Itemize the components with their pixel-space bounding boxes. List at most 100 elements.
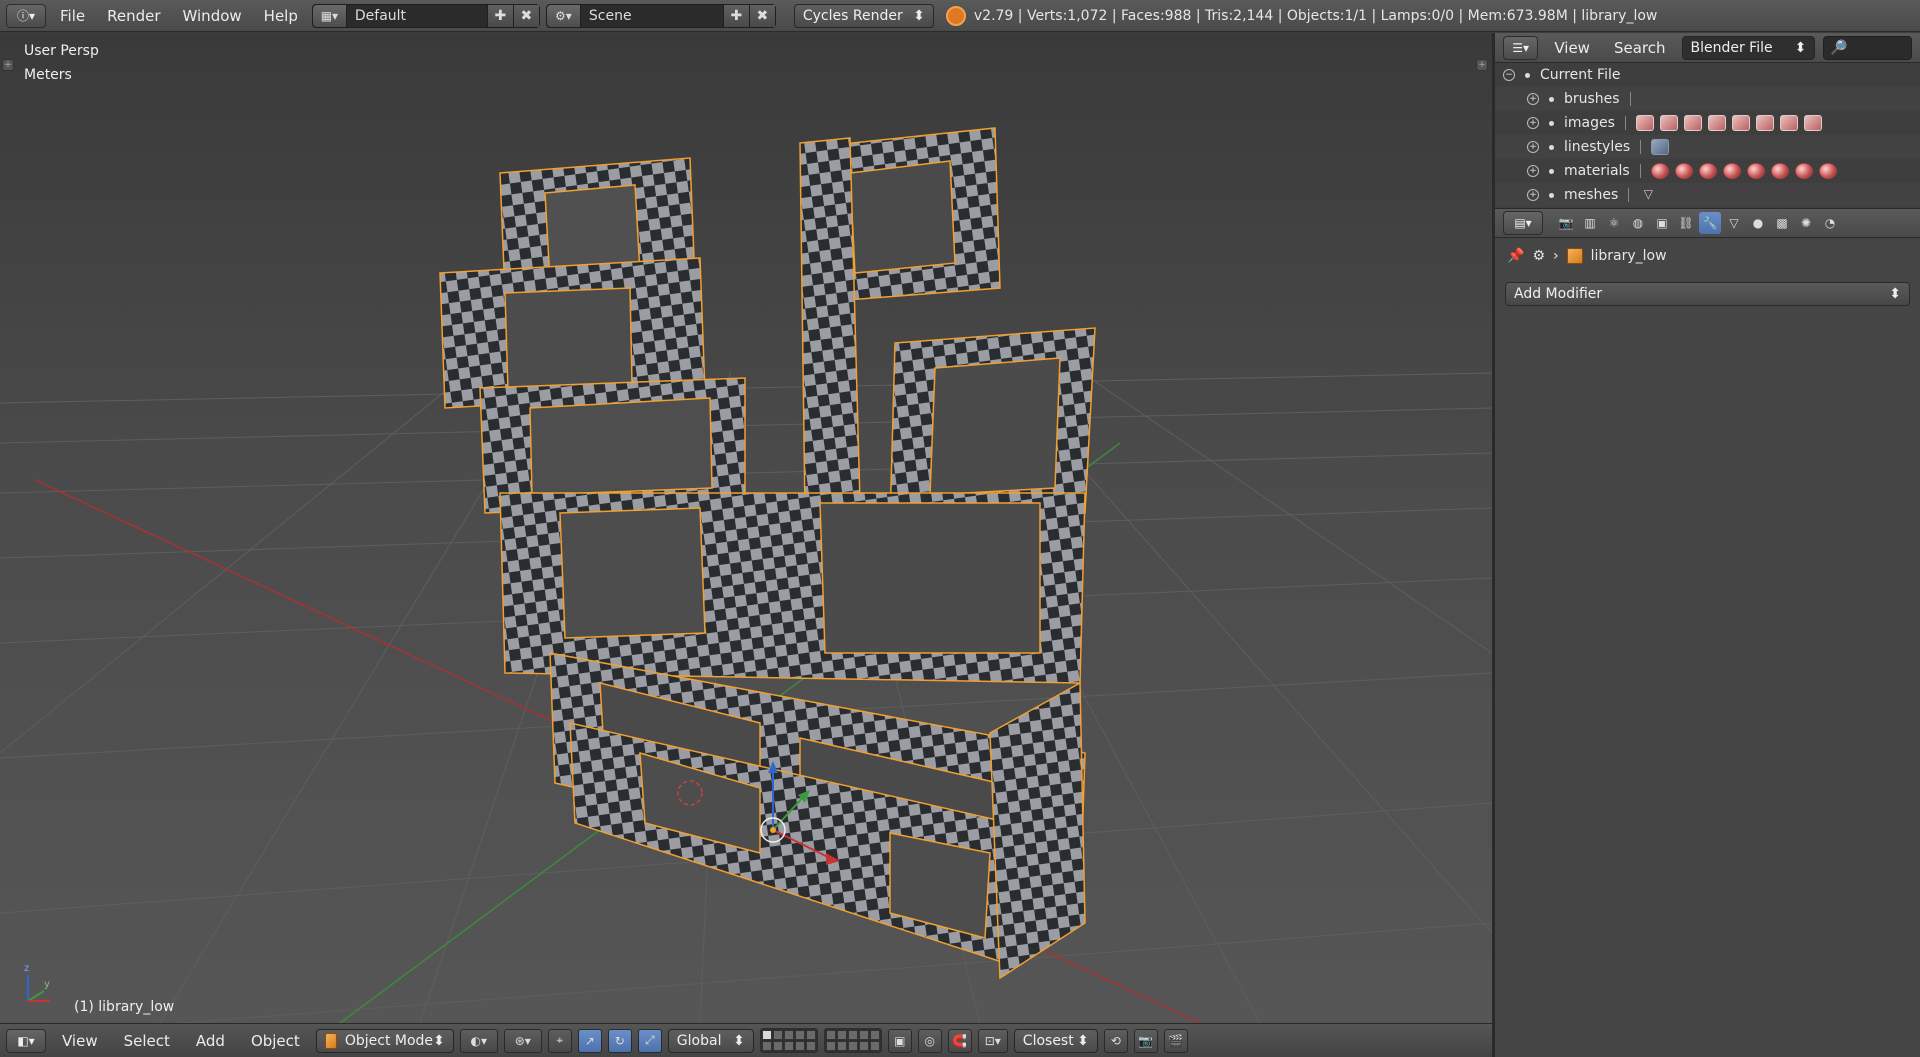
snap-toggle-button[interactable]: 🧲	[947, 1028, 972, 1053]
menu-object[interactable]: Object	[241, 1032, 310, 1050]
properties-toggle-icon[interactable]: +	[1476, 59, 1488, 71]
manipulator-toggle-button[interactable]: ⌖	[547, 1028, 572, 1053]
data-tab-icon[interactable]: ▽	[1723, 212, 1745, 234]
physics-tab-icon[interactable]: ◔	[1819, 212, 1841, 234]
layout-grid-icon[interactable]: ▦▾	[312, 4, 347, 27]
render-engine-dropdown[interactable]: Cycles Render ⬍	[793, 3, 934, 28]
modifiers-tab-icon[interactable]: 🔧	[1699, 212, 1721, 234]
pivot-point-button[interactable]: ⊛▾	[503, 1028, 542, 1053]
render-engine-label[interactable]: Cycles Render	[803, 8, 903, 24]
collapse-icon[interactable]: −	[1503, 69, 1515, 81]
library-low-mesh[interactable]	[439, 127, 1096, 980]
toolshelf-toggle-icon[interactable]: +	[2, 59, 14, 71]
image-icon[interactable]	[1659, 115, 1678, 131]
outliner-root-label[interactable]: Current File	[1540, 67, 1620, 83]
material-icon[interactable]	[1770, 163, 1789, 179]
render-image-button[interactable]: 📷	[1133, 1028, 1158, 1053]
image-icon[interactable]	[1779, 115, 1798, 131]
scene-layers-2[interactable]	[823, 1028, 882, 1053]
menu-select[interactable]: Select	[114, 1032, 180, 1050]
scale-manipulator-button[interactable]: ⤢	[637, 1028, 662, 1053]
snap-element-button[interactable]: ⊡▾	[977, 1028, 1008, 1053]
image-icon[interactable]	[1755, 115, 1774, 131]
outliner-item-materials[interactable]: + materials	[1495, 159, 1920, 183]
render-layers-tab-icon[interactable]: ▥	[1579, 212, 1601, 234]
image-icon[interactable]	[1635, 115, 1654, 131]
menu-render[interactable]: Render	[99, 7, 168, 25]
render-animation-button[interactable]: 🎬	[1163, 1028, 1188, 1053]
menu-view[interactable]: View	[52, 1032, 108, 1050]
mesh-icon[interactable]: ▽	[1639, 187, 1657, 203]
viewport-scene[interactable]	[0, 33, 1492, 1023]
pin-icon[interactable]: 📌	[1507, 248, 1524, 264]
outliner-editor-selector[interactable]: ☰▾	[1503, 35, 1539, 60]
material-icon[interactable]	[1746, 163, 1765, 179]
outliner-menu-view[interactable]: View	[1546, 39, 1598, 57]
viewport-shading-button[interactable]: ◐▾	[459, 1028, 498, 1053]
screen-layout-field[interactable]: ▦▾ Default ✚ ✖	[311, 3, 540, 28]
material-icon[interactable]	[1818, 163, 1837, 179]
expand-icon[interactable]: +	[1527, 117, 1539, 129]
lock-camera-layers-button[interactable]: ▣	[887, 1028, 912, 1053]
material-icon[interactable]	[1794, 163, 1813, 179]
material-icon[interactable]	[1674, 163, 1693, 179]
image-icon[interactable]	[1731, 115, 1750, 131]
outliner-item-images[interactable]: + images	[1495, 111, 1920, 135]
orientation-dropdown[interactable]: Global ⬍	[667, 1028, 754, 1053]
outliner-item-brushes[interactable]: + brushes	[1495, 87, 1920, 111]
screen-layout-name[interactable]: Default	[347, 8, 487, 24]
snap-target-dropdown[interactable]: Closest ⬍	[1013, 1028, 1098, 1053]
menu-window[interactable]: Window	[175, 7, 250, 25]
outliner-item-linestyles[interactable]: + linestyles	[1495, 135, 1920, 159]
outliner-item-label[interactable]: images	[1564, 115, 1615, 131]
outliner-display-mode-dropdown[interactable]: Blender File ⬍	[1681, 35, 1816, 60]
scene-layers[interactable]	[759, 1028, 818, 1053]
material-icon[interactable]	[1698, 163, 1717, 179]
image-icon[interactable]	[1803, 115, 1822, 131]
texture-tab-icon[interactable]: ▩	[1771, 212, 1793, 234]
object-tab-icon[interactable]: ▣	[1651, 212, 1673, 234]
outliner-item-meshes[interactable]: + meshes ▽	[1495, 183, 1920, 207]
remove-scene-icon[interactable]: ✖	[748, 4, 775, 27]
menu-add[interactable]: Add	[186, 1032, 235, 1050]
outliner-item-label[interactable]: linestyles	[1564, 139, 1630, 155]
proportional-edit-button[interactable]: ◎	[917, 1028, 942, 1053]
snap-target-label[interactable]: Closest	[1023, 1033, 1074, 1049]
expand-icon[interactable]: +	[1527, 189, 1539, 201]
scene-tab-icon[interactable]: ⚛	[1603, 212, 1625, 234]
outliner-tree[interactable]: − Current File + brushes + images + line…	[1495, 63, 1920, 208]
3d-view-editor-selector[interactable]: ◧▾	[6, 1028, 46, 1053]
3d-viewport[interactable]: User Persp Meters (1) library_low z y + …	[0, 33, 1492, 1023]
outliner-search-field[interactable]: 🔎	[1823, 35, 1912, 60]
add-modifier-dropdown[interactable]: Add Modifier ⬍	[1505, 282, 1910, 306]
properties-editor-selector[interactable]: ▤▾	[1503, 211, 1543, 235]
rotate-manipulator-button[interactable]: ↻	[607, 1028, 632, 1053]
image-icon[interactable]	[1707, 115, 1726, 131]
render-tab-icon[interactable]: 📷	[1555, 212, 1577, 234]
material-icon[interactable]	[1650, 163, 1669, 179]
world-tab-icon[interactable]: ◍	[1627, 212, 1649, 234]
outliner-item-label[interactable]: brushes	[1564, 91, 1620, 107]
outliner-item-label[interactable]: materials	[1564, 163, 1630, 179]
display-mode-label[interactable]: Blender File	[1691, 40, 1773, 56]
outliner-menu-search[interactable]: Search	[1606, 39, 1674, 57]
expand-icon[interactable]: +	[1527, 93, 1539, 105]
remove-layout-icon[interactable]: ✖	[512, 4, 539, 27]
add-modifier-label[interactable]: Add Modifier	[1514, 286, 1602, 302]
expand-icon[interactable]: +	[1527, 141, 1539, 153]
material-tab-icon[interactable]: ●	[1747, 212, 1769, 234]
orientation-label[interactable]: Global	[677, 1033, 722, 1049]
linestyle-icon[interactable]	[1651, 139, 1670, 155]
translate-manipulator-button[interactable]: ↗	[577, 1028, 602, 1053]
constraints-tab-icon[interactable]: ⛓	[1675, 212, 1697, 234]
material-icon[interactable]	[1722, 163, 1741, 179]
outliner-root-row[interactable]: − Current File	[1495, 63, 1920, 87]
scene-name[interactable]: Scene	[581, 8, 723, 24]
menu-file[interactable]: File	[52, 7, 93, 25]
outliner-item-label[interactable]: meshes	[1564, 187, 1618, 203]
scene-icon[interactable]: ⚙▾	[546, 4, 581, 27]
mode-label[interactable]: Object Mode	[337, 1033, 433, 1049]
particles-tab-icon[interactable]: ✺	[1795, 212, 1817, 234]
mode-dropdown[interactable]: Object Mode ⬍	[315, 1028, 454, 1053]
add-layout-icon[interactable]: ✚	[486, 4, 513, 27]
